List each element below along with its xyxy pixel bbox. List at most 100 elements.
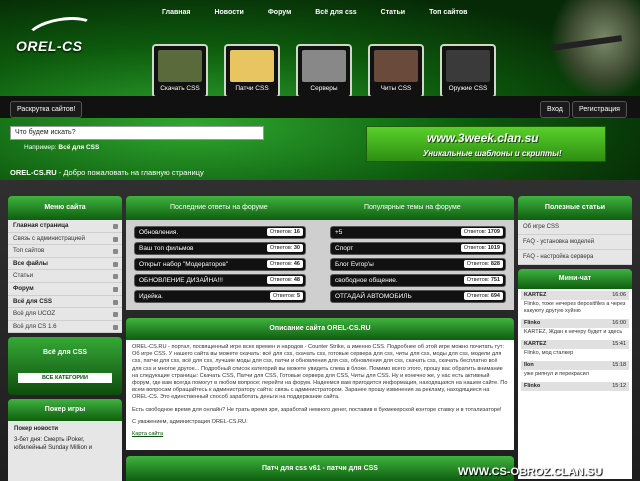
topic-title: Открыт набор "Модераторов" — [139, 261, 229, 268]
chat-user[interactable]: Ilon — [524, 362, 534, 368]
welcome-message: - Добро пожаловать на главную страницу — [56, 168, 204, 177]
menu-item-contact[interactable]: Связь с администрацией — [8, 233, 122, 246]
all-categories-button[interactable]: ВСЕ КАТЕГОРИИ — [18, 373, 112, 384]
nav-articles[interactable]: Статьи — [369, 6, 417, 24]
reply-count: Ответов: 30 — [266, 244, 303, 252]
reply-count: Ответов: 828 — [463, 260, 503, 268]
soldier-illustration — [550, 0, 640, 100]
recent-topic-row[interactable]: Обновления. Ответов: 16 — [134, 226, 306, 239]
tile-servers[interactable]: Серверы — [296, 44, 352, 98]
reply-count-label: Ответов: — [269, 229, 293, 235]
menu-item-articles[interactable]: Статьи — [8, 270, 122, 283]
reply-count-value: 5 — [296, 293, 300, 299]
topic-title: Обновления. — [139, 229, 179, 236]
poker-news-item[interactable]: 3-бет дня: Смерть iPoker, юбилейный Sund… — [14, 436, 116, 452]
recent-topic-row[interactable]: Ваш топ фильмов Ответов: 30 — [134, 242, 306, 255]
reply-count: Ответов: 48 — [266, 276, 303, 284]
menu-item-all-for-ucoz[interactable]: Всё для UCOZ — [8, 308, 122, 321]
category-tiles: Скачать CSS Патчи CSS Серверы Читы CSS О… — [152, 44, 496, 98]
promote-sites-button[interactable]: Раскрутка сайтов! — [10, 101, 83, 118]
reply-count-label: Ответов: — [466, 277, 490, 283]
chat-message-header: 15:41 KARTEZ — [521, 340, 629, 349]
popular-topic-row[interactable]: ОТГАДАЙ АВТОМОБИЛЬ Ответов: 694 — [330, 290, 506, 303]
main-column: Последние ответы на форуме Популярные те… — [126, 196, 514, 481]
mini-chat: 16:06 KARTEZ Flinko, тоже нечерез deposit… — [518, 289, 632, 479]
topic-title: Спорт — [335, 245, 354, 252]
chat-text — [521, 391, 629, 393]
description-title: Описание сайта OREL-CS.RU — [126, 318, 514, 340]
site-logo[interactable]: OREL-CS — [16, 38, 83, 54]
menu-title: Меню сайта — [8, 196, 122, 220]
menu-item-top-sites[interactable]: Топ сайтов — [8, 245, 122, 258]
topic-title: Ваш топ фильмов — [139, 245, 194, 252]
article-link[interactable]: FAQ - установка моделей — [518, 235, 632, 250]
popular-topic-row[interactable]: свободное общение. Ответов: 751 — [330, 274, 506, 287]
menu-item-forum[interactable]: Форум — [8, 283, 122, 296]
description-body: OREL-CS.RU - портал, посвященный игре вс… — [126, 340, 514, 450]
chat-message-header: 15:18 Ilon — [521, 361, 629, 370]
nav-top-sites[interactable]: Топ сайтов — [417, 6, 479, 24]
popular-topic-row[interactable]: Спорт Ответов: 1019 — [330, 242, 506, 255]
tile-cheats-css[interactable]: Читы CSS — [368, 44, 424, 98]
description-paragraph: Есть свободное время для онлайн? Не трат… — [132, 406, 502, 413]
nav-forum[interactable]: Форум — [256, 6, 303, 24]
css-promo-box: Всё для CSS ВСЕ КАТЕГОРИИ — [8, 337, 122, 396]
topic-title: +5 — [335, 229, 343, 236]
login-button[interactable]: Вход — [540, 101, 570, 118]
tile-download-css[interactable]: Скачать CSS — [152, 44, 208, 98]
chat-user[interactable]: KARTEZ — [524, 341, 546, 347]
forum-header: Последние ответы на форуме Популярные те… — [126, 196, 514, 220]
menu-item-all-files[interactable]: Все файлы — [8, 258, 122, 271]
recent-topic-row[interactable]: Открыт набор "Модераторов" Ответов: 46 — [134, 258, 306, 271]
search-example-link[interactable]: Всё для CSS — [58, 144, 99, 151]
reply-count-value: 828 — [490, 261, 500, 267]
chat-message-header: 15:12 Flinko — [521, 382, 629, 391]
reply-count: Ответов: 46 — [266, 260, 303, 268]
top-navigation: Главная Новости Форум Всё для css Статьи… — [150, 6, 480, 24]
article-link[interactable]: Об игре CSS — [518, 220, 632, 235]
article-link[interactable]: FAQ - настройка сервера — [518, 250, 632, 265]
popular-topic-row[interactable]: Блог Evrop'ы Ответов: 828 — [330, 258, 506, 271]
chat-text: Flinko, тоже нечерез depositfiles а чере… — [524, 301, 626, 314]
reply-count: Ответов: 1019 — [460, 244, 503, 252]
reply-count-label: Ответов: — [272, 293, 296, 299]
site-menu: Главная страница Связь с администрацией … — [8, 220, 122, 334]
chat-time: 15:12 — [612, 383, 626, 389]
search-input[interactable]: Что будем искать? — [10, 126, 264, 140]
menu-item-home[interactable]: Главная страница — [8, 220, 122, 233]
tile-patches-css[interactable]: Патчи CSS — [224, 44, 280, 98]
nav-news[interactable]: Новости — [202, 6, 255, 24]
menu-item-all-for-cs16[interactable]: Всё для CS 1.6 — [8, 321, 122, 334]
recent-topic-row[interactable]: Идейка. Ответов: 5 — [134, 290, 306, 303]
reply-count-label: Ответов: — [466, 261, 490, 267]
chat-user[interactable]: KARTEZ — [524, 292, 546, 298]
reply-count-label: Ответов: — [269, 261, 293, 267]
recent-topic-row[interactable]: ОБНОВЛЕНИЕ ДИЗАЙНА!!! Ответов: 48 — [134, 274, 306, 287]
poker-news: Покер новости 3-бет дня: Смерть iPoker, … — [8, 421, 122, 481]
sitemap-link[interactable]: Карта сайта — [132, 431, 163, 437]
chat-text: уже рипнул и перекрасил — [524, 371, 589, 377]
menu-item-all-for-css[interactable]: Всё для CSS — [8, 296, 122, 309]
popular-topics-title: Популярные темы на форуме — [364, 204, 461, 211]
reply-count: Ответов: 1709 — [460, 228, 503, 236]
topic-title: свободное общение. — [335, 277, 398, 284]
chat-user[interactable]: Flinko — [524, 320, 540, 326]
reply-count-label: Ответов: — [463, 245, 487, 251]
css-promo-title: Всё для CSS — [42, 349, 88, 357]
register-button[interactable]: Регистрация — [572, 101, 627, 118]
topic-title: Блог Evrop'ы — [335, 261, 374, 268]
recent-replies-title: Последние ответы на форуме — [170, 204, 268, 211]
topic-title: Идейка. — [139, 293, 164, 300]
tile-weapons-css[interactable]: Оружие CSS — [440, 44, 496, 98]
reply-count: Ответов: 5 — [269, 292, 303, 300]
nav-home[interactable]: Главная — [150, 6, 202, 24]
chat-time: 16:06 — [612, 292, 626, 298]
poker-news-title: Покер новости — [14, 426, 59, 433]
ad-banner[interactable]: www.3week.clan.su Уникальные шаблоны и с… — [366, 126, 606, 162]
topic-title: ОБНОВЛЕНИЕ ДИЗАЙНА!!! — [139, 277, 223, 284]
chat-user[interactable]: Flinko — [524, 383, 540, 389]
popular-topic-row[interactable]: +5 Ответов: 1709 — [330, 226, 506, 239]
nav-all-for-css[interactable]: Всё для css — [303, 6, 368, 24]
chat-time: 16:00 — [612, 320, 626, 326]
header: OREL-CS Главная Новости Форум Всё для cs… — [0, 0, 640, 180]
